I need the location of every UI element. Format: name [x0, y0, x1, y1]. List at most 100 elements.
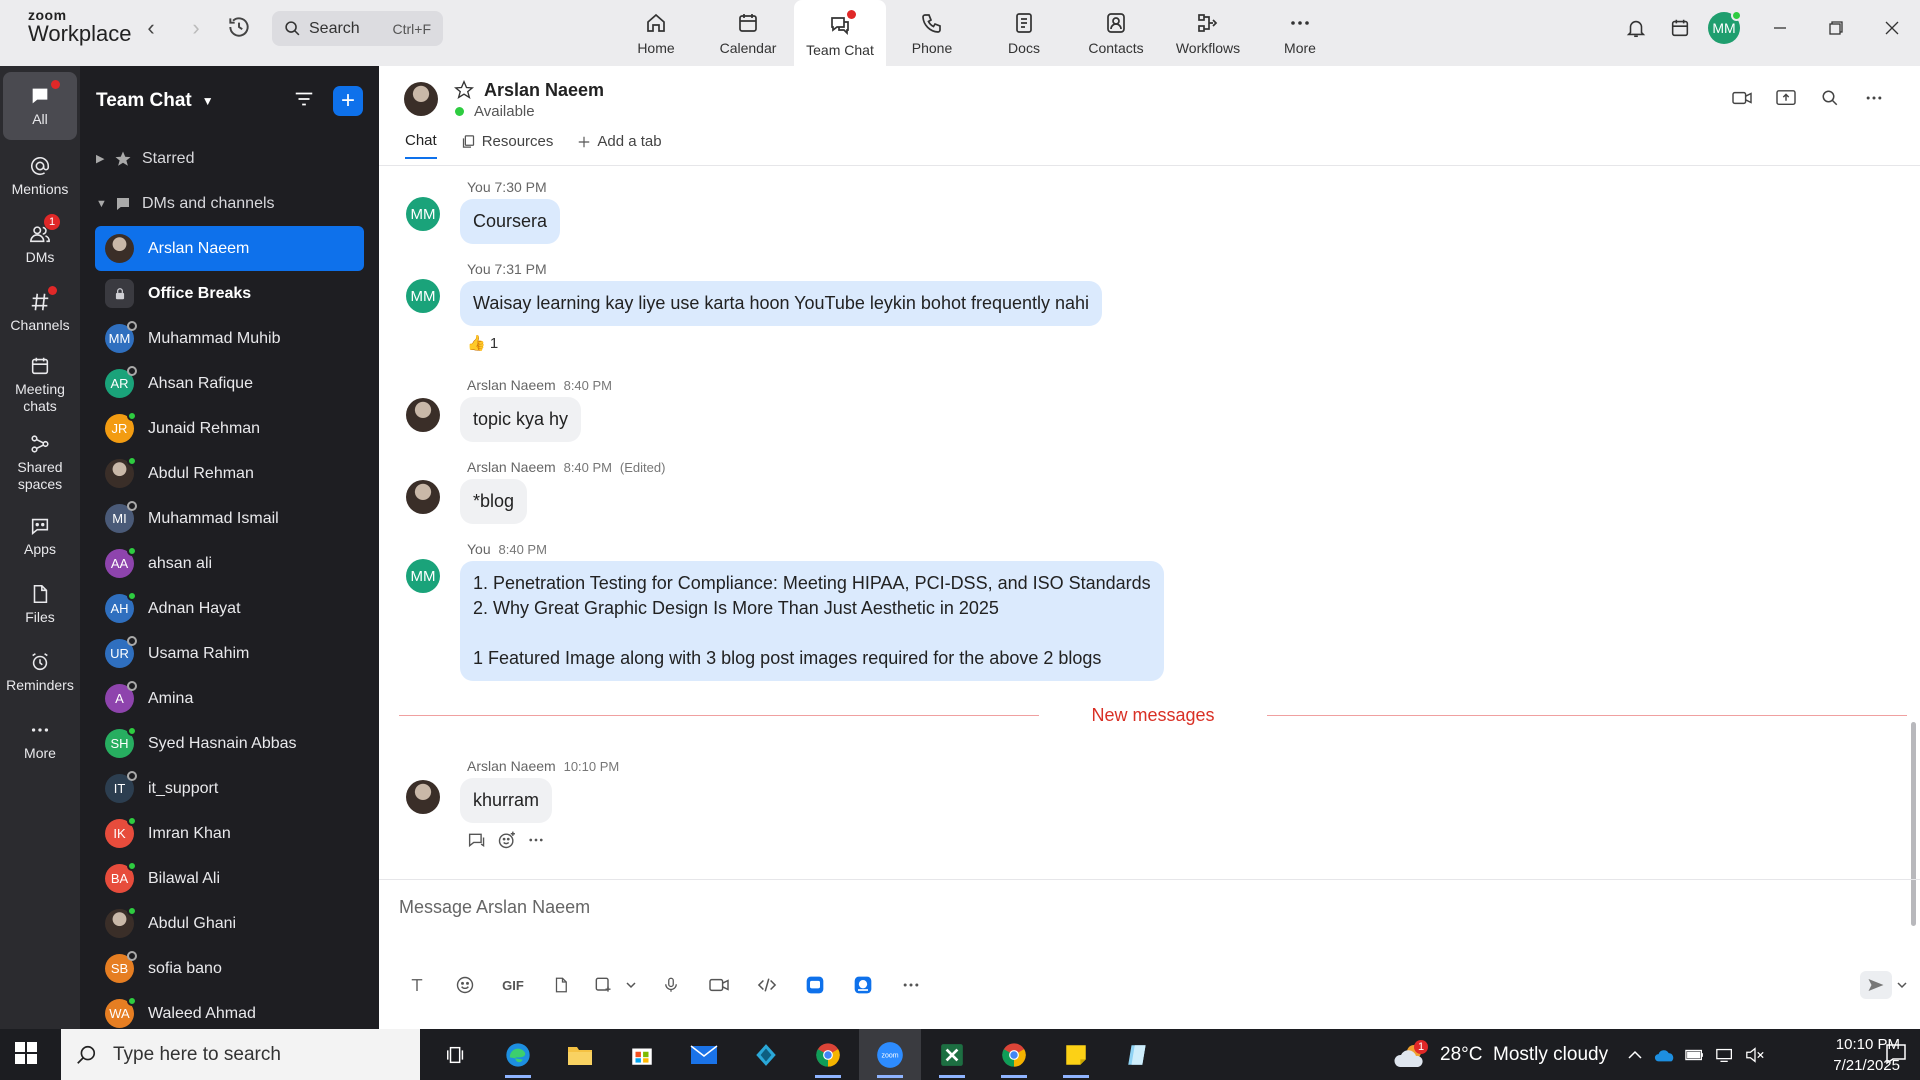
filter-icon[interactable]	[293, 88, 315, 115]
sidebar-item[interactable]: AR Ahsan Rafique	[95, 361, 364, 406]
message-bubble[interactable]: 1. Penetration Testing for Compliance: M…	[460, 561, 1164, 681]
app-icon[interactable]	[735, 1029, 797, 1080]
chrome-profile-icon[interactable]	[983, 1029, 1045, 1080]
tab-resources[interactable]: Resources	[461, 132, 553, 159]
contact-name[interactable]: Arslan Naeem	[484, 80, 604, 101]
rail-all[interactable]: All	[3, 72, 77, 140]
volume-muted-icon[interactable]	[1740, 1046, 1770, 1063]
rail-reminders[interactable]: Reminders	[0, 638, 80, 706]
windows-start-button[interactable]	[14, 1041, 38, 1070]
message-input[interactable]	[399, 892, 1879, 922]
nav-phone[interactable]: Phone	[886, 0, 978, 64]
excel-icon[interactable]	[921, 1029, 983, 1080]
restore-button[interactable]	[1808, 0, 1864, 56]
sidebar-item[interactable]: SH Syed Hasnain Abbas	[95, 721, 364, 766]
bell-icon[interactable]	[1614, 6, 1658, 50]
new-chat-button[interactable]: +	[333, 86, 363, 116]
forward-button[interactable]: ›	[183, 14, 209, 42]
sidebar-item[interactable]: JR Junaid Rehman	[95, 406, 364, 451]
network-icon[interactable]	[1710, 1047, 1740, 1063]
rail-more[interactable]: More	[0, 706, 80, 774]
gif-button[interactable]: GIF	[489, 971, 537, 999]
text-format-icon[interactable]	[393, 971, 441, 999]
more-options-icon[interactable]	[1852, 86, 1896, 110]
rail-files[interactable]: Files	[0, 570, 80, 638]
attach-file-icon[interactable]	[537, 971, 585, 999]
sidebar-item[interactable]: Office Breaks	[95, 271, 364, 316]
sidebar-item[interactable]: MM Muhammad Muhib	[95, 316, 364, 361]
nav-home[interactable]: Home	[610, 0, 702, 64]
sidebar-item[interactable]: Abdul Rehman	[95, 451, 364, 496]
mail-icon[interactable]	[673, 1029, 735, 1080]
rail-apps[interactable]: Apps	[0, 502, 80, 570]
send-button[interactable]	[1860, 971, 1892, 999]
history-icon[interactable]	[226, 14, 256, 44]
taskbar-search[interactable]: Type here to search	[61, 1029, 420, 1080]
more-options-icon[interactable]	[527, 830, 557, 850]
zoom-app-icon[interactable]	[839, 971, 887, 999]
sidebar-item[interactable]: AA ahsan ali	[95, 541, 364, 586]
tab-chat[interactable]: Chat	[405, 132, 437, 159]
emoji-reaction-icon[interactable]	[497, 830, 527, 850]
video-message-icon[interactable]	[695, 971, 743, 999]
sidebar-title[interactable]: Team Chat	[96, 90, 192, 112]
minimize-button[interactable]	[1752, 0, 1808, 56]
screenshot-icon[interactable]	[585, 971, 621, 999]
search-icon[interactable]	[1808, 86, 1852, 110]
chrome-icon[interactable]	[797, 1029, 859, 1080]
file-explorer-icon[interactable]	[549, 1029, 611, 1080]
rail-meeting-chats[interactable]: Meeting chats	[0, 346, 80, 424]
sidebar-item[interactable]: Arslan Naeem	[95, 226, 364, 271]
weather-widget[interactable]: 1 28°C Mostly cloudy	[1394, 1029, 1608, 1080]
contact-avatar[interactable]	[404, 82, 438, 116]
message-bubble[interactable]: topic kya hy	[460, 397, 582, 442]
chevron-down-icon[interactable]: ▼	[202, 94, 214, 108]
avatar[interactable]: MM	[406, 197, 440, 231]
video-icon[interactable]	[1720, 86, 1764, 110]
microsoft-store-icon[interactable]	[611, 1029, 673, 1080]
avatar[interactable]	[406, 480, 440, 514]
send-options-dropdown[interactable]	[1892, 980, 1912, 990]
more-options-icon[interactable]	[887, 971, 935, 999]
microphone-icon[interactable]	[647, 971, 695, 999]
notification-center-icon[interactable]	[1884, 1042, 1908, 1071]
onedrive-icon[interactable]	[1650, 1047, 1680, 1063]
message-bubble[interactable]: Waisay learning kay liye use karta hoon …	[460, 281, 1103, 326]
chevron-up-icon[interactable]	[1620, 1047, 1650, 1063]
sticky-notes-icon[interactable]	[1045, 1029, 1107, 1080]
sidebar-item[interactable]: SB sofia bano	[95, 946, 364, 991]
message-bubble[interactable]: *blog	[460, 479, 528, 524]
share-screen-icon[interactable]	[1764, 86, 1808, 110]
sidebar-item[interactable]: MI Muhammad Ismail	[95, 496, 364, 541]
dms-channels-section[interactable]: ▼ DMs and channels	[80, 181, 379, 226]
app-integration-icon[interactable]	[791, 971, 839, 999]
sidebar-item[interactable]: BA Bilawal Ali	[95, 856, 364, 901]
reaction-thumbs-up[interactable]: 👍 1	[467, 334, 498, 352]
rail-shared-spaces[interactable]: Shared spaces	[0, 424, 80, 502]
chevron-down-icon[interactable]	[621, 971, 641, 999]
scrollbar[interactable]	[1911, 166, 1916, 926]
close-button[interactable]	[1864, 0, 1920, 56]
avatar[interactable]: MM	[406, 279, 440, 313]
nav-team-chat[interactable]: Team Chat	[794, 0, 886, 66]
sidebar-item[interactable]: A Amina	[95, 676, 364, 721]
emoji-icon[interactable]	[441, 971, 489, 999]
calendar-status-icon[interactable]	[1658, 6, 1702, 50]
starred-section[interactable]: ▶ Starred	[80, 136, 379, 181]
nav-workflows[interactable]: Workflows	[1162, 0, 1254, 64]
back-button[interactable]: ‹	[138, 14, 164, 42]
sidebar-item[interactable]: WA Waleed Ahmad	[95, 991, 364, 1029]
sidebar-item[interactable]: IK Imran Khan	[95, 811, 364, 856]
star-icon[interactable]	[453, 79, 475, 105]
sidebar-item[interactable]: AH Adnan Hayat	[95, 586, 364, 631]
sidebar-item[interactable]: IT it_support	[95, 766, 364, 811]
app-icon[interactable]	[1107, 1029, 1169, 1080]
battery-icon[interactable]	[1680, 1048, 1710, 1062]
avatar[interactable]	[406, 398, 440, 432]
sidebar-item[interactable]: Abdul Ghani	[95, 901, 364, 946]
zoom-taskbar-icon[interactable]: zoom	[859, 1029, 921, 1080]
rail-mentions[interactable]: Mentions	[0, 142, 80, 210]
search-box[interactable]: Search Ctrl+F	[272, 11, 443, 46]
sidebar-item[interactable]: UR Usama Rahim	[95, 631, 364, 676]
edge-browser-icon[interactable]	[487, 1029, 549, 1080]
